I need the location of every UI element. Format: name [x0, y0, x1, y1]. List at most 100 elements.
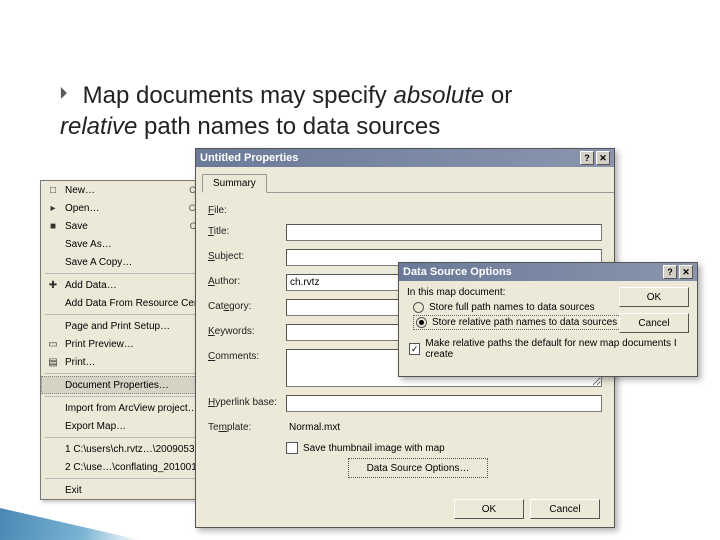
label-subject: Subject: — [208, 249, 286, 262]
file-menu-item[interactable]: Add Data From Resource Center… — [41, 294, 219, 312]
file-menu-item[interactable]: ▤ Print… — [41, 353, 219, 371]
menu-item-icon — [45, 237, 61, 251]
props-titlebar[interactable]: Untitled Properties ? ✕ — [196, 149, 614, 167]
menu-separator — [45, 478, 215, 479]
menu-item-label: Save As… — [65, 239, 215, 250]
label-keywords: Keywords: — [208, 324, 286, 337]
props-title: Untitled Properties — [200, 152, 298, 164]
props-ok-button[interactable]: OK — [454, 499, 524, 519]
menu-separator — [45, 373, 215, 374]
file-menu-item[interactable]: 1 C:\users\ch.rvtz…\20090538.mxd — [41, 440, 219, 458]
heading-em-absolute: absolute — [393, 82, 484, 109]
menu-item-icon: □ — [45, 183, 61, 197]
input-hyperlinkbase[interactable] — [286, 395, 602, 412]
checkbox-make-default[interactable]: ✓ — [409, 343, 420, 355]
props-tabs: Summary — [202, 173, 614, 193]
menu-item-icon: ✚ — [45, 278, 61, 292]
checkbox-save-thumbnail[interactable] — [286, 442, 298, 454]
help-icon[interactable]: ? — [580, 151, 594, 165]
radio-icon — [416, 317, 427, 328]
file-menu-item[interactable]: 2 C:\use…\conflating_20100123.mxd — [41, 458, 219, 476]
file-menu-item[interactable]: ■SaveCtrl+S — [41, 217, 219, 235]
label-hyperlinkbase: Hyperlink base: — [208, 395, 286, 408]
radio-relative-label: Store relative path names to data source… — [432, 317, 617, 328]
heading-text-2: or — [484, 82, 512, 109]
file-menu-item[interactable]: Page and Print Setup… — [41, 317, 219, 335]
menu-item-icon — [45, 378, 61, 392]
menu-item-icon — [45, 483, 61, 497]
menu-item-icon — [45, 419, 61, 433]
heading-text-3: path names to data sources — [137, 113, 440, 140]
dso-cancel-button[interactable]: Cancel — [619, 313, 689, 333]
menu-item-label: 1 C:\users\ch.rvtz…\20090538.mxd — [65, 444, 215, 455]
menu-item-label: Import from ArcView project… — [65, 403, 215, 414]
menu-item-label: Exit — [65, 485, 215, 496]
data-source-options-dialog: Data Source Options ? ✕ In this map docu… — [398, 262, 698, 377]
slide-heading: 🞂 Map documents may specify absolute or … — [60, 80, 690, 142]
heading-em-relative: relative — [60, 113, 137, 140]
menu-item-icon — [45, 442, 61, 456]
file-menu-item[interactable]: ✚ Add Data… — [41, 276, 219, 294]
menu-item-label: 2 C:\use…\conflating_20100123.mxd — [65, 462, 215, 473]
menu-separator — [45, 273, 215, 274]
menu-item-icon — [45, 319, 61, 333]
tab-summary[interactable]: Summary — [202, 174, 267, 193]
menu-item-icon — [45, 401, 61, 415]
file-menu-item[interactable]: Document Properties… — [41, 376, 219, 394]
file-menu-item[interactable]: Save As… — [41, 235, 219, 253]
label-file: File: — [208, 203, 286, 216]
menu-item-label: Print… — [65, 357, 215, 368]
bullet-icon: 🞂 — [60, 82, 76, 105]
input-title[interactable] — [286, 224, 602, 241]
label-comments: Comments: — [208, 349, 286, 362]
file-menu-item[interactable]: Save A Copy… — [41, 253, 219, 271]
label-save-thumbnail: Save thumbnail image with map — [303, 443, 445, 454]
file-menu-item[interactable]: ▭ Print Preview… — [41, 335, 219, 353]
menu-separator — [45, 314, 215, 315]
help-icon[interactable]: ? — [663, 265, 677, 279]
menu-item-label: Page and Print Setup… — [65, 321, 215, 332]
menu-item-icon: ▤ — [45, 355, 61, 369]
close-icon[interactable]: ✕ — [596, 151, 610, 165]
dso-titlebar[interactable]: Data Source Options ? ✕ — [399, 263, 697, 281]
file-menu-item[interactable]: ▸Open…Ctrl+O — [41, 199, 219, 217]
heading-text-1: Map documents may specify — [83, 82, 394, 109]
decorative-swoosh — [0, 500, 140, 540]
file-menu-item[interactable]: Import from ArcView project… — [41, 399, 219, 417]
menu-item-label: Add Data… — [65, 280, 215, 291]
file-menu: □New…Ctrl+N▸Open…Ctrl+O■SaveCtrl+SSave A… — [40, 180, 220, 500]
menu-item-label: Open… — [65, 203, 185, 214]
label-template: Template: — [208, 420, 286, 433]
label-category: Category: — [208, 299, 286, 312]
label-author: Author: — [208, 274, 286, 287]
menu-item-icon — [45, 296, 61, 310]
menu-item-icon — [45, 255, 61, 269]
menu-separator — [45, 396, 215, 397]
label-make-default: Make relative paths the default for new … — [425, 338, 689, 360]
menu-item-label: Export Map… — [65, 421, 215, 432]
data-source-options-button[interactable]: Data Source Options… — [348, 458, 488, 478]
dso-ok-button[interactable]: OK — [619, 287, 689, 307]
radio-full-label: Store full path names to data sources — [429, 302, 595, 313]
value-template: Normal.mxt — [286, 420, 602, 434]
menu-item-icon: ■ — [45, 219, 61, 233]
menu-item-icon: ▭ — [45, 337, 61, 351]
menu-item-icon: ▸ — [45, 201, 61, 215]
menu-separator — [45, 437, 215, 438]
menu-item-label: Save — [65, 221, 186, 232]
menu-item-label: Document Properties… — [65, 380, 215, 391]
value-file — [286, 203, 602, 206]
radio-icon — [413, 302, 424, 313]
menu-item-label: Save A Copy… — [65, 257, 215, 268]
close-icon[interactable]: ✕ — [679, 265, 693, 279]
dso-title: Data Source Options — [403, 266, 512, 278]
props-cancel-button[interactable]: Cancel — [530, 499, 600, 519]
file-menu-item[interactable]: Export Map… — [41, 417, 219, 435]
menu-item-label: New… — [65, 185, 185, 196]
menu-item-label: Print Preview… — [65, 339, 215, 350]
file-menu-item[interactable]: □New…Ctrl+N — [41, 181, 219, 199]
label-title: Title: — [208, 224, 286, 237]
file-menu-item[interactable]: Exit — [41, 481, 219, 499]
menu-item-label: Add Data From Resource Center… — [65, 298, 215, 309]
menu-item-icon — [45, 460, 61, 474]
